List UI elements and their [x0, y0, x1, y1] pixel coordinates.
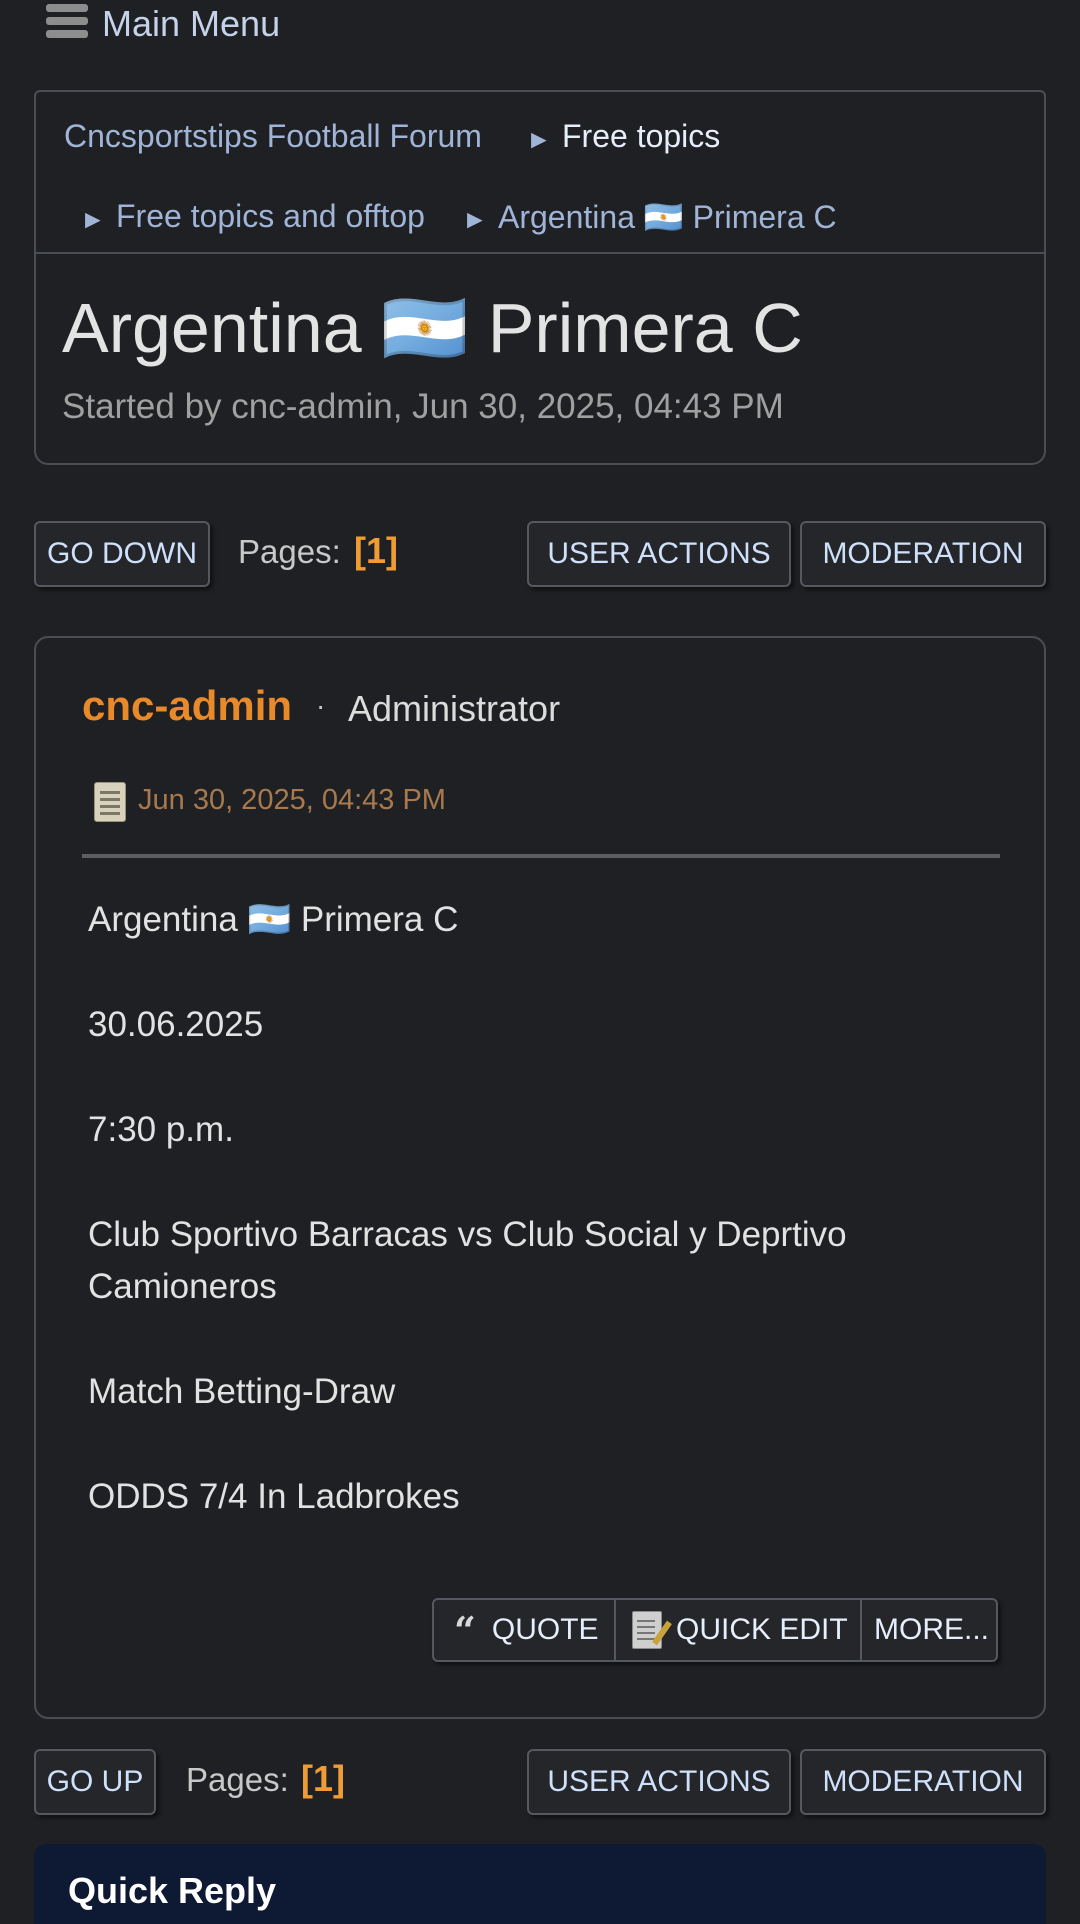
user-actions-button[interactable]: USER ACTIONS [527, 1749, 791, 1815]
moderation-button[interactable]: MODERATION [800, 521, 1046, 587]
go-up-button[interactable]: GO UP [34, 1749, 156, 1815]
divider [614, 1600, 616, 1660]
breadcrumb-offtop-link[interactable]: Free topics and offtop [116, 198, 425, 235]
go-down-button[interactable]: GO DOWN [34, 521, 210, 587]
post-actions: “ QUOTE QUICK EDIT MORE... [432, 1598, 998, 1662]
post-body-line: ODDS 7/4 In Ladbrokes [88, 1477, 460, 1516]
breadcrumb-separator-icon: ► [462, 204, 488, 234]
breadcrumb-forum-link[interactable]: Cncsportstips Football Forum [64, 118, 482, 155]
current-page[interactable]: [1] [354, 530, 398, 572]
quote-button[interactable]: “ QUOTE [454, 1600, 614, 1660]
top-bar: Main Menu [0, 0, 1080, 60]
post-body-line: Argentina 🇦🇷 Primera C [88, 900, 459, 939]
quick-edit-label: QUICK EDIT [676, 1613, 848, 1646]
quote-icon: “ [454, 1607, 476, 1653]
pages-label: Pages: [186, 1761, 289, 1798]
more-button[interactable]: MORE... [874, 1600, 998, 1660]
page-title: Argentina 🇦🇷 Primera C [62, 289, 803, 367]
breadcrumb-separator-icon: ► [526, 124, 552, 154]
post-date-link[interactable]: Jun 30, 2025, 04:43 PM [138, 784, 446, 817]
quick-reply-panel: Quick Reply [34, 1844, 1046, 1924]
document-icon [94, 782, 126, 822]
post-body-line: Club Sportivo Barracas vs Club Social y … [88, 1215, 847, 1254]
post-body-line: 7:30 p.m. [88, 1110, 234, 1149]
user-actions-button[interactable]: USER ACTIONS [527, 521, 791, 587]
post-author-link[interactable]: cnc-admin [82, 682, 292, 730]
separator-dot: · [316, 690, 326, 721]
post: cnc-admin · Administrator Jun 30, 2025, … [34, 636, 1046, 1719]
divider [860, 1600, 862, 1660]
hamburger-icon[interactable] [46, 4, 88, 44]
topic-header: Argentina 🇦🇷 Primera C Started by cnc-ad… [34, 253, 1046, 465]
moderation-button[interactable]: MODERATION [800, 1749, 1046, 1815]
divider [82, 854, 1000, 858]
post-body-line: Match Betting-Draw [88, 1372, 396, 1411]
current-page[interactable]: [1] [301, 1758, 345, 1800]
post-body-line: 30.06.2025 [88, 1005, 264, 1044]
edit-icon [632, 1611, 672, 1649]
breadcrumb-topic-link[interactable]: Argentina 🇦🇷 Primera C [498, 198, 837, 236]
topic-started-by: Started by cnc-admin, Jun 30, 2025, 04:4… [62, 387, 784, 426]
quick-edit-button[interactable]: QUICK EDIT [632, 1600, 858, 1660]
breadcrumb: Cncsportstips Football Forum ► Free topi… [34, 90, 1046, 254]
post-author-role: Administrator [348, 688, 561, 729]
quick-reply-title: Quick Reply [68, 1870, 277, 1911]
breadcrumb-separator-icon: ► [80, 204, 106, 234]
breadcrumb-free-topics-link[interactable]: Free topics [562, 118, 720, 155]
quote-label: QUOTE [491, 1613, 599, 1646]
pages-label: Pages: [238, 533, 341, 570]
main-menu-link[interactable]: Main Menu [102, 3, 280, 45]
post-body-line: Camioneros [88, 1267, 277, 1306]
